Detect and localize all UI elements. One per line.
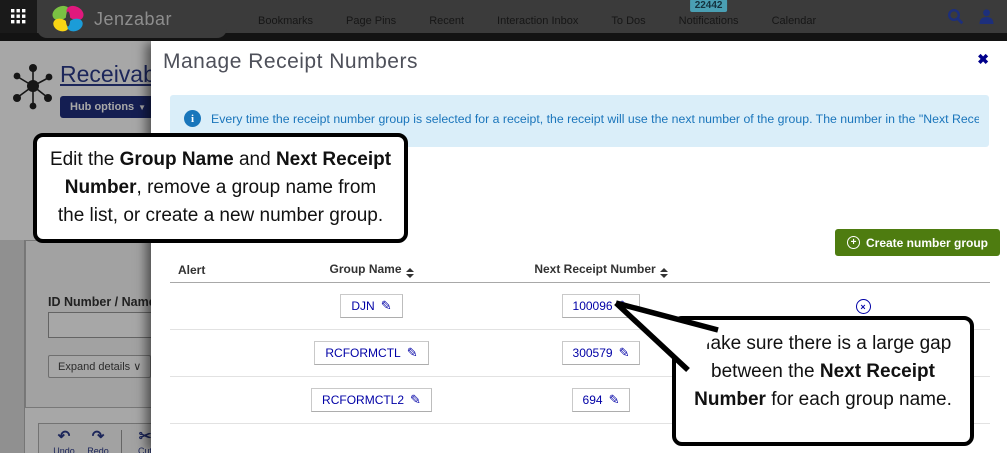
edit-group-name-button[interactable]: RCFORMCTL2 ✎ bbox=[311, 387, 432, 412]
create-number-group-label: Create number group bbox=[865, 235, 988, 250]
alert-cell bbox=[170, 282, 277, 330]
group-name-value: RCFORMCTL2 bbox=[322, 392, 405, 407]
edit-group-name-button[interactable]: DJN ✎ bbox=[340, 293, 403, 318]
butterfly-logo-icon bbox=[52, 5, 84, 32]
remove-group-icon[interactable]: × bbox=[855, 299, 871, 314]
edit-group-name-button[interactable]: RCFORMCTL ✎ bbox=[314, 340, 429, 365]
plus-circle-icon: + bbox=[846, 236, 860, 249]
nav-item-notifications[interactable]: 22442 Notifications bbox=[678, 0, 739, 27]
pencil-icon: ✎ bbox=[380, 298, 392, 313]
info-icon: i bbox=[184, 110, 201, 127]
pencil-icon: ✎ bbox=[406, 345, 418, 360]
user-profile-icon[interactable] bbox=[978, 8, 995, 25]
screen: Receivables Hub options ▼ ID Number / Nam… bbox=[0, 0, 1007, 453]
nav-item-calendar[interactable]: Calendar bbox=[772, 15, 817, 27]
header-group-name-label: Group Name bbox=[329, 261, 402, 276]
nav-item-interaction-inbox[interactable]: Interaction Inbox bbox=[497, 15, 578, 27]
close-icon[interactable]: ✖ bbox=[977, 51, 989, 68]
pencil-icon: ✎ bbox=[608, 392, 620, 407]
jenzabar-logo[interactable]: Jenzabar bbox=[37, 0, 227, 38]
header-alert: Alert bbox=[170, 258, 277, 283]
nav-item-bookmarks[interactable]: Bookmarks bbox=[258, 15, 313, 27]
nav-item-to-dos[interactable]: To Dos bbox=[611, 15, 645, 27]
sort-icon[interactable] bbox=[659, 267, 668, 278]
next-number-value: 694 bbox=[582, 392, 603, 407]
group-name-value: DJN bbox=[351, 298, 375, 313]
nav-item-page-pins[interactable]: Page Pins bbox=[346, 15, 396, 27]
create-number-group-button[interactable]: + Create number group bbox=[834, 229, 1000, 256]
header-next-receipt-number[interactable]: Next Receipt Number bbox=[466, 258, 736, 283]
table-header-row: Alert Group Name Next Receipt Number bbox=[170, 258, 990, 283]
notifications-label: Notifications bbox=[678, 15, 739, 27]
notifications-count-badge: 22442 bbox=[689, 0, 728, 12]
callout-pointer-tail bbox=[614, 300, 719, 373]
modal-title: Manage Receipt Numbers bbox=[163, 50, 418, 73]
sort-icon[interactable] bbox=[405, 267, 414, 278]
search-icon[interactable] bbox=[947, 8, 964, 25]
info-alert-text: Every time the receipt number group is s… bbox=[211, 112, 979, 126]
nav-item-recent[interactable]: Recent bbox=[429, 15, 464, 27]
nav-menu: Bookmarks Page Pins Recent Interaction I… bbox=[258, 0, 816, 33]
edit-next-number-button[interactable]: 694 ✎ bbox=[571, 387, 631, 412]
alert-cell bbox=[170, 329, 277, 377]
group-name-value: RCFORMCTL bbox=[325, 345, 401, 360]
app-launcher-icon[interactable] bbox=[0, 0, 37, 33]
alert-cell bbox=[170, 376, 277, 424]
brand-name: Jenzabar bbox=[94, 8, 173, 29]
header-actions bbox=[736, 258, 990, 283]
pencil-icon: ✎ bbox=[410, 392, 421, 407]
header-group-name[interactable]: Group Name bbox=[277, 258, 466, 283]
header-next-number-label: Next Receipt Number bbox=[534, 261, 656, 276]
callout-edit-instructions: Edit the Group Name and Next Receipt Num… bbox=[33, 133, 408, 243]
